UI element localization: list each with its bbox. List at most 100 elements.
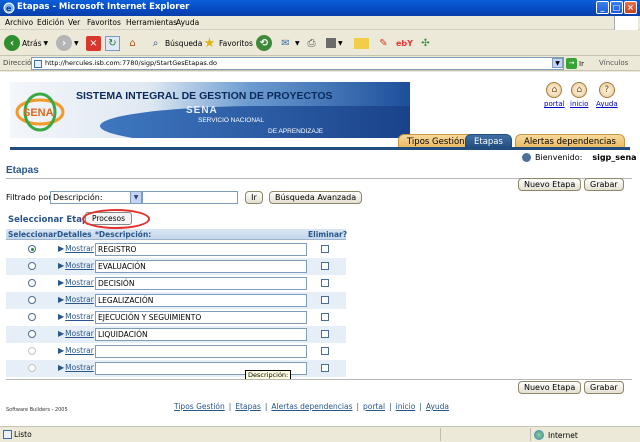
forward-button[interactable]: › ▼ bbox=[56, 33, 79, 53]
edit-button[interactable]: ▼ bbox=[326, 33, 343, 53]
header-banner: SENA SISTEMA INTEGRAL DE GESTION DE PROY… bbox=[10, 82, 410, 138]
favorites-button[interactable]: ★ Favoritos bbox=[202, 33, 253, 53]
close-button[interactable]: × bbox=[624, 1, 637, 14]
play-arrow-icon: ▶ bbox=[58, 363, 65, 372]
row-delete-checkbox[interactable] bbox=[321, 364, 329, 372]
status-divider bbox=[440, 428, 441, 441]
portal-link[interactable]: ⌂ portal bbox=[544, 82, 565, 108]
row-select-radio[interactable] bbox=[28, 330, 36, 338]
row-select-radio[interactable] bbox=[28, 296, 36, 304]
bottom-divider bbox=[6, 379, 632, 380]
row-delete-checkbox[interactable] bbox=[321, 245, 329, 253]
row-select-radio[interactable] bbox=[28, 364, 36, 372]
row-show-link[interactable]: ▶Mostrar bbox=[58, 244, 94, 253]
save-button-bottom[interactable]: Grabar bbox=[584, 381, 624, 394]
row-show-link[interactable]: ▶Mostrar bbox=[58, 329, 94, 338]
bookmark-button[interactable]: ✎ bbox=[376, 33, 391, 53]
search-button[interactable]: ⌕ Búsqueda bbox=[148, 33, 203, 53]
footer-link-inicio[interactable]: inicio bbox=[396, 402, 416, 411]
window-titlebar: e Etapas - Microsoft Internet Explorer _… bbox=[0, 0, 640, 16]
advanced-search-button[interactable]: Búsqueda Avanzada bbox=[269, 191, 363, 204]
table-row: ▶Mostrar EVALUACIÓN bbox=[6, 258, 346, 275]
forward-arrow-icon: › bbox=[56, 35, 72, 51]
row-show-link[interactable]: ▶Mostrar bbox=[58, 312, 94, 321]
row-delete-checkbox[interactable] bbox=[321, 279, 329, 287]
address-input[interactable]: http://hercules.isb.com:7780/sigp/StartG… bbox=[31, 57, 564, 70]
row-select-radio[interactable] bbox=[28, 262, 36, 270]
refresh-button[interactable]: ↻ bbox=[105, 33, 120, 53]
stop-button[interactable]: × bbox=[86, 33, 101, 53]
minimize-button[interactable]: _ bbox=[596, 1, 609, 14]
row-select-radio[interactable] bbox=[28, 279, 36, 287]
back-button[interactable]: ‹ Atrás ▼ bbox=[4, 33, 48, 53]
menu-ver[interactable]: Ver bbox=[68, 18, 80, 27]
menu-favoritos[interactable]: Favoritos bbox=[87, 18, 121, 27]
row-select-radio[interactable] bbox=[28, 245, 36, 253]
home-button[interactable]: ⌂ bbox=[125, 33, 140, 53]
footer-link-etapas[interactable]: Etapas bbox=[235, 402, 261, 411]
row-show-link[interactable]: ▶Mostrar bbox=[58, 278, 94, 287]
menu-ayuda[interactable]: Ayuda bbox=[176, 18, 199, 27]
tab-alertas-dependencias[interactable]: Alertas dependencias bbox=[515, 134, 625, 148]
menu-archivo[interactable]: Archivo bbox=[5, 18, 33, 27]
mail-icon: ✉ bbox=[281, 37, 290, 49]
history-button[interactable]: ⟲ bbox=[256, 33, 272, 53]
messenger-button[interactable]: ✣ bbox=[418, 33, 433, 53]
tab-tipos-gestion[interactable]: Tipos Gestión bbox=[398, 134, 474, 148]
play-arrow-icon: ▶ bbox=[58, 278, 65, 287]
new-stage-button-bottom[interactable]: Nuevo Etapa bbox=[518, 381, 582, 394]
filter-input[interactable] bbox=[142, 191, 238, 204]
address-dropdown[interactable]: ▼ bbox=[552, 58, 563, 68]
row-description-input[interactable]: LEGALIZACIÓN bbox=[95, 294, 307, 307]
folder-icon bbox=[354, 37, 369, 49]
chevron-down-icon: ▼ bbox=[295, 39, 300, 47]
row-description-input[interactable]: REGISTRO bbox=[95, 243, 307, 256]
play-arrow-icon: ▶ bbox=[58, 346, 65, 355]
history-icon: ⟲ bbox=[256, 35, 272, 51]
go-arrow-icon: → bbox=[566, 58, 577, 69]
footer-link-portal[interactable]: portal bbox=[363, 402, 385, 411]
row-description-input[interactable]: EJECUCIÓN Y SEGUIMIENTO bbox=[95, 311, 307, 324]
row-description-input[interactable]: LIQUIDACIÓN bbox=[95, 328, 307, 341]
filter-label: Filtrado por bbox=[6, 193, 52, 202]
save-button-top[interactable]: Grabar bbox=[584, 178, 624, 191]
footer-link-ayuda[interactable]: Ayuda bbox=[426, 402, 449, 411]
row-show-link[interactable]: ▶Mostrar bbox=[58, 295, 94, 304]
row-select-radio[interactable] bbox=[28, 313, 36, 321]
menu-herramientas[interactable]: Herramientas bbox=[126, 18, 177, 27]
new-stage-button-top[interactable]: Nuevo Etapa bbox=[518, 178, 582, 191]
row-description-input[interactable] bbox=[95, 345, 307, 358]
maximize-button[interactable]: □ bbox=[610, 1, 623, 14]
row-select-radio[interactable] bbox=[28, 347, 36, 355]
row-delete-checkbox[interactable] bbox=[321, 262, 329, 270]
ayuda-link[interactable]: ? Ayuda bbox=[596, 82, 618, 108]
links-toolbar[interactable]: Vínculos bbox=[599, 59, 628, 67]
row-description-input[interactable]: EVALUACIÓN bbox=[95, 260, 307, 273]
menu-edicion[interactable]: Edición bbox=[37, 18, 64, 27]
table-row: ▶Mostrar bbox=[6, 343, 346, 360]
inicio-link[interactable]: ⌂ inicio bbox=[570, 82, 588, 108]
row-show-link[interactable]: ▶Mostrar bbox=[58, 363, 94, 372]
row-description-input[interactable]: DECISIÓN bbox=[95, 277, 307, 290]
row-show-link[interactable]: ▶Mostrar bbox=[58, 261, 94, 270]
address-bar: Dirección http://hercules.isb.com:7780/s… bbox=[0, 56, 640, 71]
row-delete-checkbox[interactable] bbox=[321, 330, 329, 338]
tab-etapas[interactable]: Etapas bbox=[465, 134, 512, 148]
table-row: ▶Mostrar LEGALIZACIÓN bbox=[6, 292, 346, 309]
filter-select[interactable]: Descripción: ▼ bbox=[50, 191, 142, 204]
filter-go-button[interactable]: Ir bbox=[245, 191, 263, 204]
print-button[interactable]: ⎙ bbox=[304, 33, 319, 53]
footer-link-alertas-dependencias[interactable]: Alertas dependencias bbox=[271, 402, 352, 411]
row-show-link[interactable]: ▶Mostrar bbox=[58, 346, 94, 355]
folder-button[interactable] bbox=[354, 33, 369, 53]
header-description: *Descripción: bbox=[95, 230, 152, 239]
footer-link-tipos-gestion[interactable]: Tipos Gestión bbox=[174, 402, 225, 411]
play-arrow-icon: ▶ bbox=[58, 244, 65, 253]
row-delete-checkbox[interactable] bbox=[321, 296, 329, 304]
mail-button[interactable]: ✉ ▼ bbox=[278, 33, 300, 53]
go-button[interactable]: → Ir bbox=[566, 58, 584, 69]
ebay-button[interactable]: ebY bbox=[396, 33, 413, 53]
row-delete-checkbox[interactable] bbox=[321, 347, 329, 355]
portal-icon: ⌂ bbox=[546, 82, 563, 98]
row-delete-checkbox[interactable] bbox=[321, 313, 329, 321]
